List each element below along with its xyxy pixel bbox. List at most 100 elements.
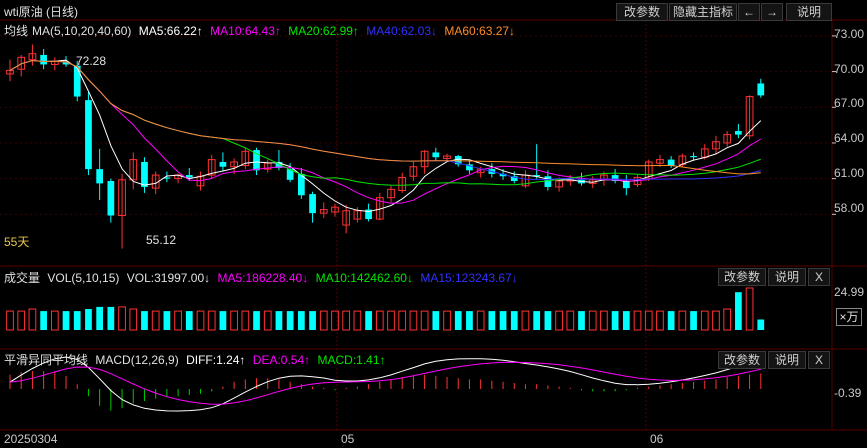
volume-bar-up bbox=[207, 310, 216, 331]
volume-help-button[interactable]: 说明 bbox=[768, 268, 806, 286]
help-button[interactable]: 说明 bbox=[786, 3, 832, 21]
volume-bar-up bbox=[17, 310, 26, 331]
volume-bar-up bbox=[6, 310, 14, 331]
volume-bar-up bbox=[712, 310, 720, 331]
volume-bar-up bbox=[129, 308, 138, 331]
macd-diff-value: DIFF:1.24↑ bbox=[186, 353, 246, 367]
volume-bar-up bbox=[50, 310, 59, 331]
ma5-value: MA5:66.22↑ bbox=[138, 24, 203, 38]
volume-bar-down bbox=[185, 311, 193, 330]
volume-edit-params-button[interactable]: 改参数 bbox=[718, 268, 766, 286]
y-tick-67: 67.00 bbox=[834, 96, 865, 110]
volume-bar-up bbox=[600, 310, 608, 331]
volume-unit-badge: ×万 bbox=[836, 308, 862, 326]
volume-bar-down bbox=[85, 309, 92, 330]
volume-bar-up bbox=[409, 310, 418, 331]
hide-indicators-button[interactable]: 隐藏主指标 bbox=[669, 3, 737, 21]
volume-bar-up bbox=[588, 310, 597, 331]
macd-edit-params-button[interactable]: 改参数 bbox=[718, 351, 766, 369]
volume-bar-down bbox=[141, 311, 148, 330]
y-tick-73: 73.00 bbox=[834, 27, 865, 41]
y-tick-61: 61.00 bbox=[834, 166, 865, 180]
candle-body-down bbox=[253, 150, 260, 171]
volume-bar-up bbox=[678, 310, 687, 331]
ma10-value: MA10:64.43↑ bbox=[210, 24, 281, 38]
volume-bar-down bbox=[735, 292, 742, 330]
macd-name: 平滑异同平均线 bbox=[4, 353, 89, 367]
volume-bar-down bbox=[297, 311, 305, 330]
macd-dea-line bbox=[9, 361, 761, 405]
volume-value: VOL:31997.00↓ bbox=[126, 271, 211, 285]
macd-close-button[interactable]: X bbox=[808, 351, 830, 369]
candle-body-down bbox=[107, 181, 115, 216]
volume-y-tick: 24.99 bbox=[834, 285, 865, 299]
period-label: 55天 bbox=[4, 235, 30, 249]
y-tick-58: 58.00 bbox=[834, 201, 865, 215]
volume-bar-down bbox=[454, 311, 462, 330]
volume-close-button[interactable]: X bbox=[808, 268, 830, 286]
volume-bar-down bbox=[219, 311, 227, 330]
candle-body-down bbox=[432, 152, 440, 158]
macd-dea-value: DEA:0.54↑ bbox=[252, 353, 311, 367]
price-chart[interactable] bbox=[0, 0, 867, 448]
volume-bar-down bbox=[488, 311, 496, 330]
volume-bar-up bbox=[230, 310, 238, 331]
candle-body-down bbox=[622, 181, 630, 189]
x-label-june: 06 bbox=[650, 432, 664, 446]
volume-bar-up bbox=[241, 310, 250, 331]
volume-bar-up bbox=[319, 310, 328, 331]
ma5-line bbox=[9, 59, 762, 213]
volume-bar-down bbox=[107, 306, 115, 330]
candle-body-down bbox=[85, 100, 92, 170]
scroll-left-button[interactable]: ← bbox=[738, 3, 760, 21]
ma-params: MA(5,10,20,40,60) bbox=[32, 24, 132, 38]
volume-bar-down bbox=[510, 311, 518, 330]
volume-bar-down bbox=[499, 311, 507, 330]
ma10-line bbox=[9, 59, 762, 204]
volume-bar-up bbox=[555, 310, 563, 331]
volume-bar-up bbox=[521, 310, 530, 331]
volume-bar-up bbox=[700, 310, 709, 331]
volume-bar-up bbox=[375, 310, 384, 331]
low-price-label: 55.12 bbox=[146, 233, 177, 247]
volume-bar-down bbox=[544, 311, 552, 330]
candle-body-down bbox=[96, 169, 104, 184]
volume-bar-down bbox=[690, 311, 697, 330]
vol-ma15-value: MA15:123243.67↓ bbox=[420, 271, 518, 285]
y-tick-64: 64.00 bbox=[834, 131, 865, 145]
scroll-right-button[interactable]: → bbox=[761, 3, 783, 21]
volume-bar-up bbox=[353, 310, 362, 331]
volume-bar-up bbox=[476, 310, 485, 331]
high-price-label: 72.28 bbox=[76, 54, 107, 68]
candle-body-down bbox=[544, 176, 552, 187]
volume-bar-up bbox=[28, 308, 37, 331]
volume-params: VOL(5,10,15) bbox=[47, 271, 120, 285]
volume-bar-down bbox=[309, 311, 316, 330]
volume-bar-up bbox=[151, 310, 160, 331]
volume-bar-up bbox=[118, 306, 126, 331]
volume-legend: 成交量 VOL(5,10,15) VOL:31997.00↓ MA5:18622… bbox=[4, 269, 522, 286]
volume-bar-up bbox=[196, 310, 205, 331]
candle-body-down bbox=[735, 131, 742, 135]
volume-bar-up bbox=[566, 310, 575, 331]
chart-title: wti原油 (日线) bbox=[4, 5, 78, 19]
volume-bar-up bbox=[723, 308, 732, 331]
indicator-name: 均线 bbox=[4, 24, 29, 38]
volume-bar-up bbox=[633, 310, 642, 331]
volume-bar-down bbox=[667, 311, 675, 330]
candle-body-down bbox=[667, 159, 675, 166]
ma60-value: MA60:63.27↓ bbox=[444, 24, 516, 38]
vol-ma10-value: MA10:142462.60↓ bbox=[315, 271, 413, 285]
volume-bar-down bbox=[432, 311, 440, 330]
ma20-line bbox=[9, 59, 761, 186]
candle-body-down bbox=[757, 83, 765, 96]
volume-bar-down bbox=[365, 311, 372, 330]
volume-bar-down bbox=[96, 306, 104, 330]
macd-help-button[interactable]: 说明 bbox=[768, 351, 806, 369]
x-label-may: 05 bbox=[341, 432, 355, 446]
volume-bar-down bbox=[40, 311, 47, 330]
volume-bar-down bbox=[253, 311, 260, 330]
volume-bar-up bbox=[342, 310, 351, 331]
edit-params-button[interactable]: 改参数 bbox=[616, 3, 668, 21]
volume-bar-down bbox=[757, 319, 765, 330]
